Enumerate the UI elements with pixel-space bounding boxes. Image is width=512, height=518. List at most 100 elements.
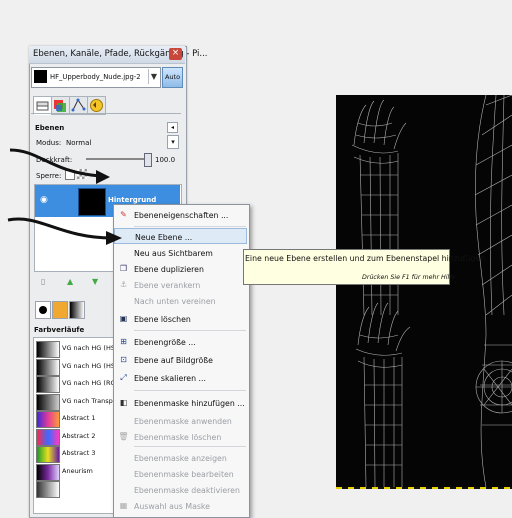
gradient-list-item[interactable]: VG nach Transpar	[34, 393, 120, 411]
menu-item[interactable]: Neue Ebene ...	[114, 228, 247, 244]
menu-item[interactable]: Ebenenmaske deaktivieren	[114, 482, 247, 498]
gradient-swatch	[36, 341, 60, 358]
close-button[interactable]: ×	[169, 48, 182, 60]
gradient-name: VG nach HG (HSV	[62, 361, 120, 370]
canvas-boundary-marching-ants	[336, 487, 512, 489]
menu-item-label: Ebeneneigenschaften ...	[134, 211, 229, 220]
lock-alpha-icon[interactable]	[77, 169, 87, 179]
menu-item[interactable]: Ebenenmaske bearbeiten	[114, 466, 247, 482]
gradient-list-item[interactable]: Aneurism	[34, 463, 116, 481]
lock-label: Sperre:	[36, 172, 62, 180]
menu-item-label: Neu aus Sichtbarem	[134, 249, 213, 258]
menu-item-label: Ebene verankern	[134, 281, 201, 290]
gradient-name: Aneurism	[62, 466, 93, 475]
mode-select[interactable]: Normal	[66, 139, 91, 147]
opacity-slider-handle[interactable]	[144, 153, 152, 167]
image-name: HF_Upperbody_Nude.jpg-2	[50, 73, 141, 81]
mask-add-icon: ◧	[119, 398, 128, 407]
tooltip-text: Eine neue Ebene erstellen und zum Ebenen…	[245, 254, 486, 263]
menu-separator	[134, 226, 246, 227]
menu-icon-placeholder	[118, 452, 129, 463]
menu-item[interactable]: Nach unten vereinen	[114, 293, 247, 309]
opacity-value[interactable]: 100.0	[155, 156, 175, 164]
gradient-list-item[interactable]: Abstract 1	[34, 410, 116, 428]
menu-icon-placeholder	[118, 468, 129, 479]
gradient-list-item[interactable]: VG nach HG (HSV	[34, 340, 120, 358]
pattern-selector[interactable]	[52, 301, 68, 319]
menu-separator	[134, 390, 246, 391]
menu-item[interactable]: ▣ Ebene löschen	[114, 311, 247, 327]
menu-item-label: Neue Ebene ...	[135, 233, 193, 242]
new-layer-icon	[119, 231, 130, 242]
gradient-swatch	[36, 376, 60, 393]
opacity-slider-track[interactable]	[86, 158, 146, 160]
gradient-selector[interactable]	[69, 301, 85, 319]
paths-icon	[71, 98, 86, 112]
selection-icon: ▦	[119, 501, 128, 510]
menu-icon-placeholder	[118, 295, 129, 306]
menu-item[interactable]: Ebenenmaske anzeigen	[114, 450, 247, 466]
menu-item-label: Auswahl aus Maske	[134, 502, 210, 511]
gradient-swatch	[36, 446, 60, 463]
brush-icon	[39, 306, 47, 314]
mode-label: Modus:	[36, 139, 62, 147]
gradient-name: Abstract 2	[62, 431, 96, 440]
section-title-layers: Ebenen	[35, 124, 65, 132]
menu-item[interactable]: ⊡ Ebene auf Bildgröße	[114, 352, 247, 368]
menu-item-label: Ebenengröße ...	[134, 338, 196, 347]
lower-layer-icon[interactable]: ▼	[92, 277, 98, 286]
panel-menu-button[interactable]: ◂	[167, 122, 178, 133]
menu-item[interactable]: ❐ Ebene duplizieren	[114, 261, 247, 277]
menu-item-label: Ebene auf Bildgröße	[134, 356, 213, 365]
menu-item-label: Ebenenmaske löschen	[134, 433, 222, 442]
gradient-list-item[interactable]: Abstract 2	[34, 428, 116, 446]
brush-selector[interactable]	[35, 301, 51, 319]
menu-item[interactable]: Ebenenmaske anwenden	[114, 413, 247, 429]
gradient-swatch	[36, 358, 60, 376]
new-layer-icon[interactable]: ▯	[41, 277, 45, 286]
gradient-name: VG nach HG (HSV	[62, 344, 120, 352]
menu-item-label: Ebenenmaske hinzufügen ...	[134, 399, 245, 408]
menu-item[interactable]: 🗑 Ebenenmaske löschen	[114, 429, 247, 445]
fit-icon: ⊡	[120, 355, 127, 364]
lock-pixels-checkbox[interactable]	[65, 170, 75, 180]
scale-icon: ⤢	[120, 373, 127, 382]
auto-button[interactable]: Auto	[162, 67, 183, 88]
wireframe-texture	[351, 95, 512, 487]
undo-icon	[90, 99, 103, 112]
gradient-name: VG nach HG (RGB	[62, 379, 120, 387]
menu-item-label: Ebenenmaske anwenden	[134, 417, 232, 426]
gradient-list-item[interactable]: VG nach HG (HSV	[34, 358, 120, 376]
image-canvas[interactable]	[336, 95, 512, 487]
layer-name[interactable]: Hintergrund	[108, 196, 156, 204]
gradient-list-item[interactable]	[34, 480, 116, 498]
trash-icon: 🗑	[118, 432, 129, 441]
delete-icon: ▣	[119, 314, 128, 323]
dock-titlebar[interactable]: Ebenen, Kanäle, Pfade, Rückgängig - Pi..…	[29, 46, 208, 64]
opacity-label: Deckkraft:	[36, 156, 73, 164]
tooltip-hint: Drücken Sie F1 für mehr Hilfe	[362, 274, 456, 281]
duplicate-icon: ❐	[119, 264, 128, 273]
menu-item-label: Ebenenmaske bearbeiten	[134, 470, 234, 479]
menu-item[interactable]: ✎ Ebeneneigenschaften ...	[114, 207, 247, 223]
menu-item-label: Ebenenmaske deaktivieren	[134, 486, 240, 495]
edit-icon: ✎	[120, 210, 127, 219]
chevron-down-icon[interactable]: ▼	[148, 69, 159, 84]
gradient-list-item[interactable]: Abstract 3	[34, 445, 116, 463]
menu-item[interactable]: Neu aus Sichtbarem	[114, 245, 247, 261]
eye-icon[interactable]: ◉	[40, 195, 48, 205]
mode-dropdown-icon[interactable]: ▾	[167, 135, 179, 149]
gradient-swatch	[36, 411, 60, 428]
menu-item[interactable]: ⊞ Ebenengröße ...	[114, 334, 247, 350]
gradient-name: VG nach Transpar	[62, 396, 120, 405]
menu-item[interactable]: ⤢ Ebene skalieren ...	[114, 370, 247, 386]
menu-item[interactable]: ◧ Ebenenmaske hinzufügen ...	[114, 395, 247, 411]
menu-item-label: Ebene löschen	[134, 315, 191, 324]
raise-layer-icon[interactable]: ▲	[67, 277, 73, 286]
menu-item-label: Ebene duplizieren	[134, 265, 204, 274]
menu-item-label: Ebene skalieren ...	[134, 374, 206, 383]
gradient-swatch	[36, 393, 60, 411]
image-selector[interactable]: HF_Upperbody_Nude.jpg-2 ▼	[31, 67, 161, 88]
gradient-list-item[interactable]: VG nach HG (RGB	[34, 375, 120, 393]
menu-item[interactable]: ⚓ Ebene verankern	[114, 277, 247, 293]
